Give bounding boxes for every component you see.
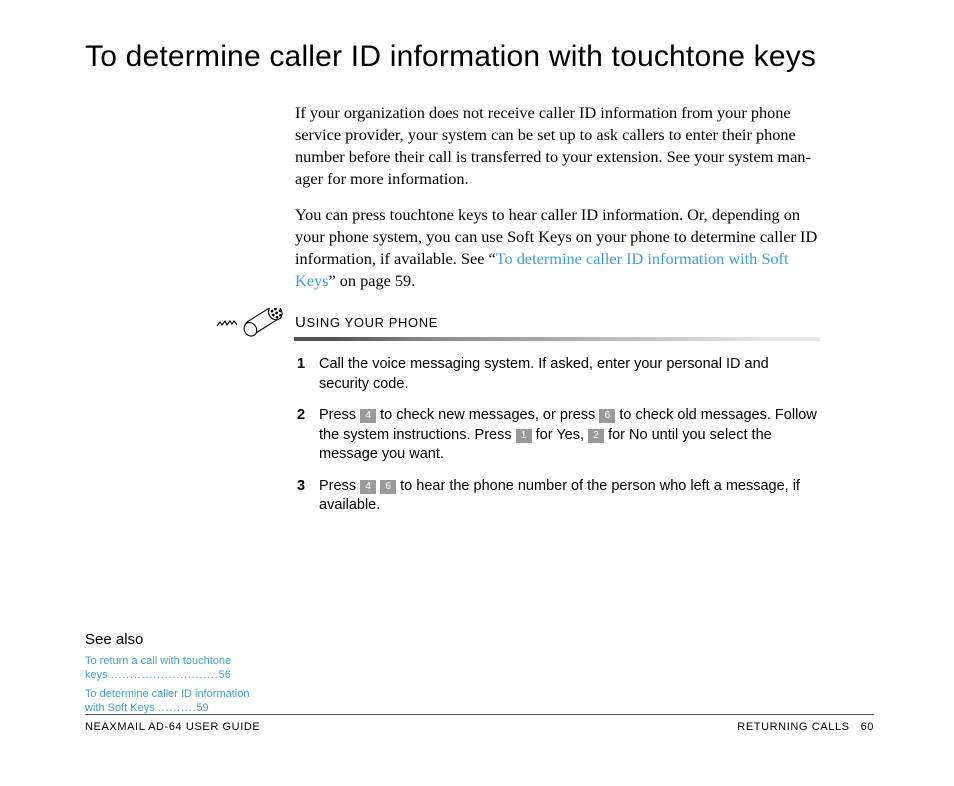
- see-also: See also To return a call with touchtone…: [85, 631, 285, 719]
- page-footer: NEAXMAIL AD-64 USER GUIDE RETURNING CALL…: [85, 714, 874, 733]
- sa1-page: 56: [219, 669, 231, 681]
- footer-right: RETURNING CALLS 60: [737, 721, 874, 733]
- paragraph-2: You can press touchtone keys to hear cal…: [295, 204, 820, 292]
- s3a: Press: [319, 478, 360, 494]
- step1-text: Call the voice messaging system. If aske…: [319, 356, 769, 392]
- s2a: Press: [319, 407, 360, 423]
- key-6b: 6: [380, 480, 396, 494]
- content-column: If your organization does not receive ca…: [295, 102, 820, 516]
- section-rule: [294, 337, 820, 341]
- steps-list: Call the voice messaging system. If aske…: [295, 355, 820, 516]
- key-4b: 4: [360, 480, 376, 494]
- paragraph-1: If your organization does not receive ca…: [295, 102, 820, 190]
- sa2-page: 59: [196, 702, 208, 714]
- footer-right-label: RETURNING CALLS: [737, 721, 849, 733]
- para2-post: ” on page 59.: [328, 271, 415, 290]
- step-3: Press 4 6 to hear the phone number of th…: [315, 477, 820, 516]
- see-also-link-2[interactable]: To determine caller ID information with …: [85, 688, 249, 714]
- key-6: 6: [599, 409, 615, 423]
- sa1-dots: ............................: [111, 669, 219, 681]
- see-also-title: See also: [85, 631, 285, 648]
- footer-page-number: 60: [861, 721, 874, 733]
- step-2: Press 4 to check new messages, or press …: [315, 406, 820, 465]
- s2b: to check new messages, or press: [376, 407, 599, 423]
- see-also-item-1: To return a call with touchtone keys ...…: [85, 654, 255, 683]
- page-title: To determine caller ID information with …: [85, 40, 874, 74]
- section-label: Using your phone: [295, 314, 438, 331]
- key-1: 1: [516, 429, 532, 443]
- see-also-item-2: To determine caller ID information with …: [85, 687, 255, 716]
- footer-left: NEAXMAIL AD-64 USER GUIDE: [85, 721, 260, 733]
- s2d: for Yes,: [532, 427, 588, 443]
- sa2-dots: ..........: [158, 702, 197, 714]
- step-1: Call the voice messaging system. If aske…: [315, 355, 820, 394]
- phone-icon: [215, 308, 289, 347]
- see-also-link-1[interactable]: To return a call with touchtone keys ...…: [85, 655, 231, 681]
- key-4: 4: [360, 409, 376, 423]
- key-2: 2: [588, 429, 604, 443]
